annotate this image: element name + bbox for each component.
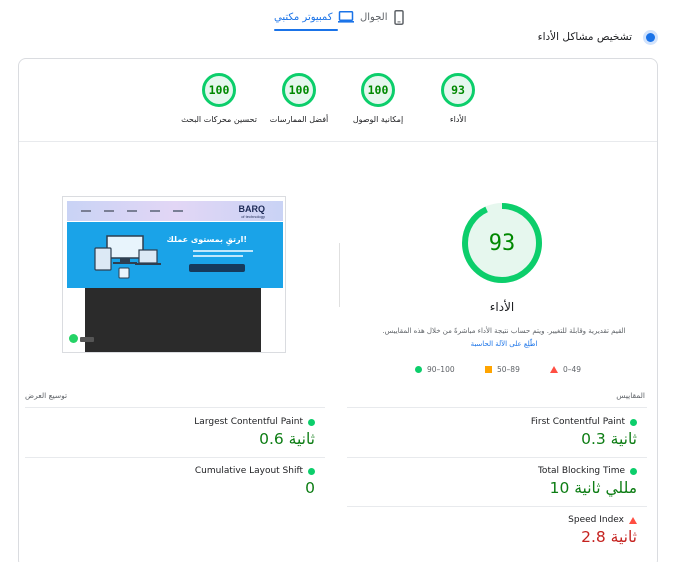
score-description: القيم تقديرية وقابلة للتغيير. ويتم حساب … — [382, 327, 626, 348]
orange-square-icon — [485, 366, 492, 373]
info-dot-icon — [646, 33, 655, 42]
category-label: الأداء — [449, 115, 467, 124]
divider — [19, 141, 657, 142]
green-circle-icon — [630, 418, 637, 426]
category-score: 100 — [361, 73, 395, 107]
screenshot-brand: BARQ of technology — [238, 204, 266, 220]
metric-divider — [25, 407, 325, 408]
page-screenshot: BARQ of technology ارتقِ بمستوى عملك! — [62, 196, 286, 353]
category-score: 100 — [282, 73, 316, 107]
tab-mobile-label: الجوال — [360, 11, 388, 23]
whatsapp-icon — [69, 334, 78, 343]
red-triangle-icon — [550, 366, 558, 373]
mobile-phone-icon — [393, 9, 404, 25]
legend-average: 50–89 — [485, 365, 520, 374]
diagnostics-title: تشخيص مشاكل الأداء — [537, 31, 632, 43]
legend-fail: 0–49 — [550, 365, 581, 374]
metric-value: 2.8 ثانية — [581, 528, 637, 546]
active-tab-indicator — [274, 29, 338, 31]
metric-si: Speed Index 2.8 ثانية — [568, 515, 637, 546]
expand-view-toggle[interactable]: توسيع العرض — [25, 391, 67, 400]
legend-pass: 90–100 — [415, 365, 455, 374]
green-circle-icon — [308, 467, 315, 475]
green-circle-icon — [630, 467, 637, 475]
performance-score: 93 — [488, 230, 516, 256]
metric-divider — [347, 407, 647, 408]
green-circle-icon — [415, 366, 422, 373]
tab-mobile[interactable]: الجوال — [360, 6, 404, 28]
metric-cls: Cumulative Layout Shift 0 — [194, 466, 315, 497]
metric-fcp: First Contentful Paint 0.3 ثانية — [530, 417, 637, 448]
tab-desktop-label: كمبيوتر مكتبي — [274, 11, 333, 23]
category-accessibility[interactable]: 100 إمكانية الوصول — [332, 73, 424, 124]
metric-tbt: Total Blocking Time 10 مللي ثانية — [537, 466, 637, 497]
tab-desktop[interactable]: كمبيوتر مكتبي — [274, 6, 355, 28]
green-circle-icon — [308, 418, 315, 426]
category-label: تحسين محركات البحث — [181, 115, 257, 124]
screenshot-dark-section — [85, 288, 261, 352]
category-best-practices[interactable]: 100 أفضل الممارسات — [253, 73, 345, 124]
metric-lcp: Largest Contentful Paint 0.6 ثانية — [194, 417, 315, 448]
metric-value: 0.3 ثانية — [581, 430, 637, 448]
category-label: أفضل الممارسات — [269, 115, 329, 124]
devices-illustration-icon — [94, 235, 161, 279]
calculator-link[interactable]: اطّلِع على الآلة الحاسبة — [471, 340, 538, 348]
category-score: 100 — [202, 73, 236, 107]
red-triangle-icon — [629, 516, 637, 524]
screenshot-navbar: BARQ of technology — [67, 201, 283, 221]
performance-label: الأداء — [489, 300, 515, 314]
screenshot-hero: ارتقِ بمستوى عملك! — [67, 222, 283, 288]
metric-divider — [25, 457, 325, 458]
metric-value: 0 — [305, 479, 315, 497]
metric-value: 0.6 ثانية — [259, 430, 315, 448]
category-label: إمكانية الوصول — [352, 115, 404, 124]
category-seo[interactable]: 100 تحسين محركات البحث — [173, 73, 265, 124]
screenshot-hero-text: ارتقِ بمستوى عملك! — [166, 235, 247, 244]
screenshot-hero-button — [189, 264, 245, 272]
category-performance[interactable]: 93 الأداء — [412, 73, 504, 124]
category-score: 93 — [441, 73, 475, 107]
metric-divider — [347, 457, 647, 458]
metrics-label: المقاييس — [616, 391, 645, 400]
metric-value: 10 مللي ثانية — [549, 479, 637, 497]
vertical-divider — [339, 243, 340, 307]
desktop-monitor-icon — [338, 11, 355, 23]
metric-divider — [347, 506, 647, 507]
report-card: 93 الأداء 100 إمكانية الوصول 100 أفضل ال… — [18, 58, 658, 562]
